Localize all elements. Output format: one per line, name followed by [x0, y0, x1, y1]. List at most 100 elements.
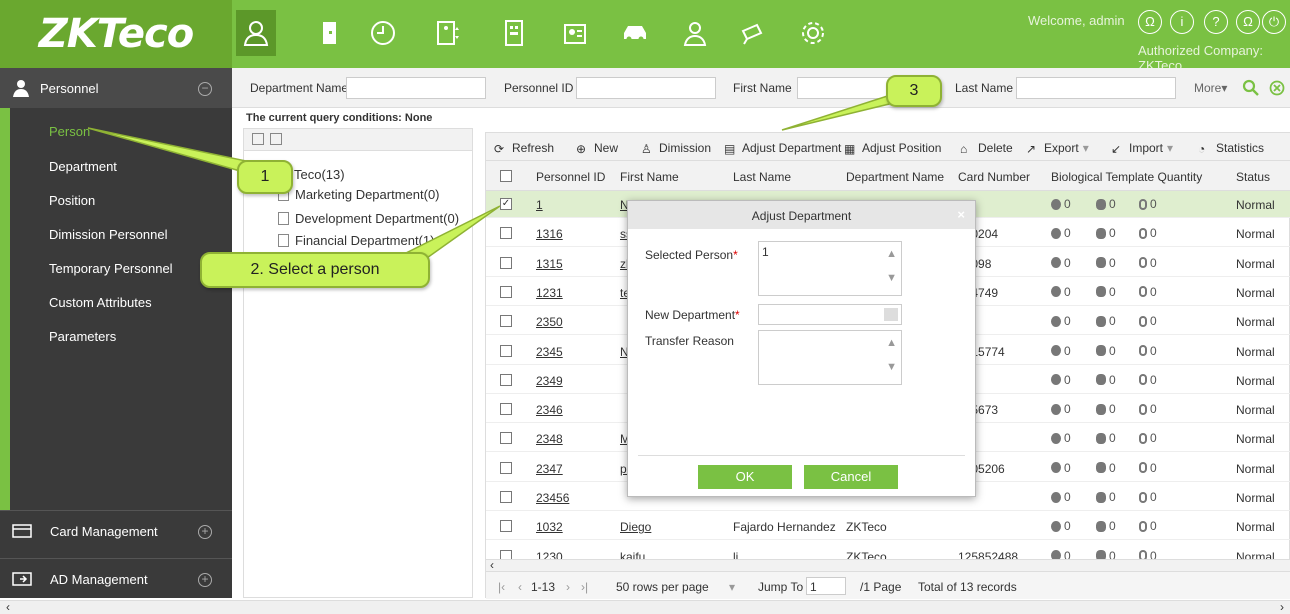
row-checkbox[interactable]	[500, 344, 512, 357]
cancel-button[interactable]: Cancel	[804, 465, 898, 489]
account-icon[interactable]: Ω	[1236, 10, 1260, 34]
person-icon[interactable]	[236, 10, 276, 56]
power-icon[interactable]: ⏻	[1262, 10, 1286, 34]
cell-id[interactable]: 2349	[536, 374, 563, 388]
row-checkbox[interactable]	[500, 403, 512, 416]
cell-id[interactable]: 1315	[536, 257, 563, 271]
page-jump-input[interactable]: 1	[806, 577, 846, 595]
more-dropdown[interactable]: More▾	[1194, 81, 1227, 95]
export-button[interactable]: ↗ Export ▾	[1026, 141, 1089, 156]
sidebar-item-custom-attributes[interactable]: Custom Attributes	[49, 295, 152, 310]
scroll-down-icon[interactable]: ▼	[886, 272, 897, 284]
tree-node[interactable]: Financial Department(1)	[278, 233, 434, 248]
cell-id[interactable]: 1231	[536, 286, 563, 300]
expand-all-icon[interactable]	[252, 133, 264, 145]
scroll-left-icon[interactable]: ‹	[6, 600, 10, 614]
row-checkbox[interactable]	[500, 461, 512, 474]
expand-icon[interactable]: +	[198, 573, 212, 587]
search-icon[interactable]	[1242, 79, 1260, 97]
first-page-icon[interactable]: |‹	[498, 580, 505, 594]
row-checkbox[interactable]	[500, 256, 512, 269]
ok-button[interactable]: OK	[698, 465, 792, 489]
row-checkbox[interactable]	[500, 491, 512, 503]
collapse-icon[interactable]: −	[198, 82, 212, 96]
building-icon[interactable]	[494, 10, 534, 56]
row-checkbox[interactable]	[500, 227, 512, 240]
cell-id[interactable]: 1316	[536, 227, 563, 241]
sidebar-ad-management[interactable]: AD Management +	[0, 558, 232, 598]
page-scrollbar[interactable]: ‹ ›	[0, 600, 1290, 614]
prev-page-icon[interactable]: ‹	[518, 580, 522, 594]
first-name-input[interactable]	[797, 77, 897, 99]
cell-id[interactable]: 2347	[536, 462, 563, 476]
tree-node[interactable]: Development Department(0)	[278, 211, 459, 226]
column-header[interactable]: First Name	[620, 170, 679, 184]
info-icon[interactable]: i	[1170, 10, 1194, 34]
transfer-reason-textarea[interactable]: ▲ ▼	[758, 330, 902, 385]
row-checkbox[interactable]	[500, 285, 512, 298]
import-button[interactable]: ↙ Import ▾	[1111, 141, 1173, 156]
car-icon[interactable]	[615, 10, 655, 56]
collapse-all-icon[interactable]	[270, 133, 282, 145]
statistics-button[interactable]: ◔ Statistics	[1198, 141, 1264, 156]
department-name-input[interactable]	[346, 77, 486, 99]
refresh-button[interactable]: ⟳ Refresh	[494, 141, 554, 156]
scroll-left-icon[interactable]: ‹	[490, 558, 494, 572]
column-header[interactable]: Biological Template Quantity	[1051, 170, 1202, 184]
scroll-up-icon[interactable]: ▲	[886, 248, 897, 260]
gear-icon[interactable]	[793, 10, 833, 56]
personnel-id-input[interactable]	[576, 77, 716, 99]
select-all-checkbox[interactable]	[500, 170, 512, 182]
sidebar-card-management[interactable]: Card Management +	[0, 510, 232, 550]
rows-per-page-select[interactable]: 50 rows per page	[616, 580, 709, 594]
row-checkbox[interactable]: ✓	[500, 198, 512, 210]
column-header[interactable]: Status	[1236, 170, 1270, 184]
row-checkbox[interactable]	[500, 432, 512, 445]
row-checkbox[interactable]	[500, 520, 512, 533]
chevron-down-icon[interactable]: ▾	[729, 580, 735, 594]
next-page-icon[interactable]: ›	[566, 580, 570, 594]
column-header[interactable]: Last Name	[733, 170, 791, 184]
camera-icon[interactable]	[733, 10, 773, 56]
cell-id[interactable]: 1032	[536, 520, 563, 534]
elevator-icon[interactable]	[428, 10, 468, 56]
clock-icon[interactable]	[363, 10, 403, 56]
chevron-down-icon[interactable]	[884, 308, 898, 321]
delete-button[interactable]: ⌂ Delete	[960, 141, 1013, 156]
table-row[interactable]: 1032 Diego Fajardo Hernandez ZKTeco Normal 0 0…	[486, 513, 1290, 541]
scroll-down-icon[interactable]: ▼	[886, 361, 897, 373]
cell-id[interactable]: 1	[536, 198, 543, 212]
last-name-input[interactable]	[1016, 77, 1176, 99]
cell-id[interactable]: 2346	[536, 403, 563, 417]
adjust-department-button[interactable]: ▤ Adjust Department	[724, 141, 841, 156]
adjust-position-button[interactable]: ▦ Adjust Position	[844, 141, 941, 156]
sidebar-item-department[interactable]: Department	[49, 159, 117, 174]
scroll-right-icon[interactable]: ›	[1280, 600, 1284, 614]
tree-node[interactable]: Marketing Department(0)	[278, 187, 440, 202]
tree-node-root[interactable]: Teco(13)	[294, 167, 345, 182]
sidebar-header[interactable]: Personnel −	[0, 68, 232, 108]
cell-id[interactable]: 2348	[536, 432, 563, 446]
cell-id[interactable]: 23456	[536, 491, 569, 505]
door-icon[interactable]	[310, 10, 350, 56]
sidebar-item-dimission[interactable]: Dimission Personnel	[49, 227, 168, 242]
last-page-icon[interactable]: ›|	[581, 580, 588, 594]
new-button[interactable]: ⊕ New	[576, 141, 618, 156]
row-checkbox[interactable]	[500, 373, 512, 386]
sidebar-item-position[interactable]: Position	[49, 193, 95, 208]
selected-person-field[interactable]: 1 ▲ ▼	[758, 241, 902, 296]
user-icon[interactable]: Ω	[1138, 10, 1162, 34]
scroll-up-icon[interactable]: ▲	[886, 337, 897, 349]
row-checkbox[interactable]	[500, 315, 512, 328]
new-department-select[interactable]	[758, 304, 902, 325]
clear-icon[interactable]	[1269, 80, 1285, 96]
column-header[interactable]: Card Number	[958, 170, 1030, 184]
visitor-icon[interactable]	[555, 10, 595, 56]
cell-first[interactable]: Diego	[620, 520, 651, 534]
help-icon[interactable]: ?	[1204, 10, 1228, 34]
sidebar-item-parameters[interactable]: Parameters	[49, 329, 116, 344]
cell-id[interactable]: 2350	[536, 315, 563, 329]
column-header[interactable]: Department Name	[846, 170, 944, 184]
sidebar-item-person[interactable]: Person	[49, 124, 90, 139]
column-header[interactable]: Personnel ID	[536, 170, 605, 184]
